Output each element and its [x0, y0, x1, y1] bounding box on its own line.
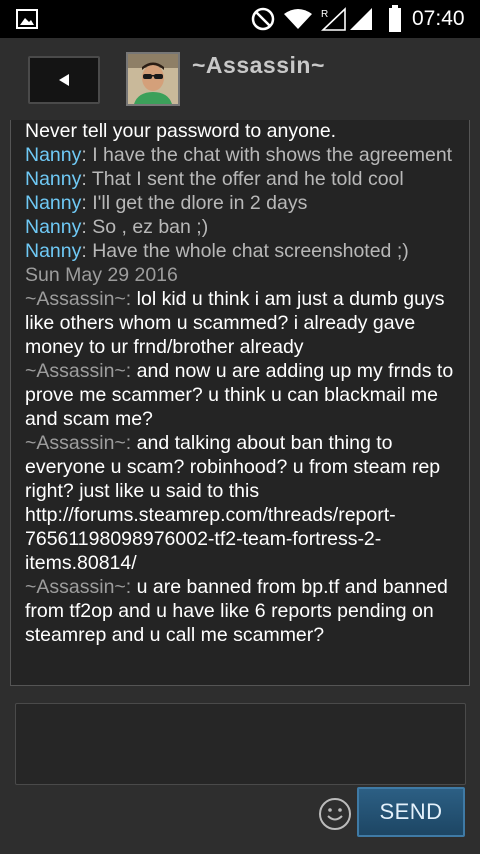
emoji-button[interactable] — [318, 797, 352, 831]
message-item: Sun May 29 2016 — [25, 263, 465, 287]
status-bar: R 07:40 — [0, 0, 480, 38]
send-button[interactable]: SEND — [357, 787, 465, 837]
message-item: Never tell your password to anyone. — [25, 120, 465, 143]
back-button[interactable] — [28, 56, 100, 104]
message-item: Nanny: Have the whole chat screenshoted … — [25, 239, 465, 263]
send-button-label: SEND — [379, 799, 443, 824]
message-text: I have the chat with shows the agreement — [86, 144, 453, 166]
message-sender[interactable]: ~Assassin~: — [25, 576, 131, 598]
chat-header: ~Assassin~ — [0, 38, 480, 120]
do-not-disturb-icon — [251, 7, 275, 36]
roaming-badge: R — [321, 9, 328, 20]
message-sender[interactable]: ~Assassin~: — [25, 432, 131, 454]
message-sender[interactable]: Nanny — [25, 216, 81, 238]
chat-log[interactable]: Never tell your password to anyone. Nanny… — [10, 120, 470, 686]
message-sender[interactable]: ~Assassin~: — [25, 288, 131, 310]
message-item: Nanny: So , ez ban ;) — [25, 215, 465, 239]
message-input[interactable] — [15, 703, 466, 785]
date-separator: Sun May 29 2016 — [25, 264, 178, 286]
status-clock: 07:40 — [412, 7, 465, 30]
message-list: Never tell your password to anyone. Nanny… — [25, 120, 465, 647]
wifi-icon — [283, 8, 313, 35]
message-item: Nanny: I have the chat with shows the ag… — [25, 143, 465, 167]
message-text: I'll get the dlore in 2 days — [86, 192, 308, 214]
message-item: ~Assassin~: lol kid u think i am just a … — [25, 287, 465, 359]
message-sender[interactable]: Nanny — [25, 144, 81, 166]
message-item: Nanny: That I sent the offer and he told… — [25, 167, 465, 191]
message-text: That I sent the offer and he told cool — [86, 168, 404, 190]
signal-icon — [349, 7, 373, 36]
message-sender[interactable]: ~Assassin~: — [25, 360, 131, 382]
battery-icon — [388, 5, 402, 38]
gallery-icon — [16, 9, 38, 34]
message-item: ~Assassin~: and talking about ban thing … — [25, 431, 465, 575]
smiley-icon — [319, 798, 351, 830]
back-arrow-icon — [59, 74, 69, 86]
message-sender[interactable]: Nanny — [25, 192, 81, 214]
message-text: Have the whole chat screenshoted ;) — [86, 240, 409, 262]
profile-avatar-icon — [128, 54, 178, 104]
avatar[interactable] — [126, 52, 180, 106]
message-item: ~Assassin~: and now u are adding up my f… — [25, 359, 465, 431]
message-sender[interactable]: Nanny — [25, 240, 81, 262]
message-sender[interactable]: Nanny — [25, 168, 81, 190]
message-text: Never tell your password to anyone. — [25, 120, 337, 142]
message-item: Nanny: I'll get the dlore in 2 days — [25, 191, 465, 215]
message-item: ~Assassin~: u are banned from bp.tf and … — [25, 575, 465, 647]
chat-title: ~Assassin~ — [192, 52, 325, 78]
signal-roaming-icon: R — [321, 7, 347, 36]
message-text: So , ez ban ;) — [86, 216, 209, 238]
